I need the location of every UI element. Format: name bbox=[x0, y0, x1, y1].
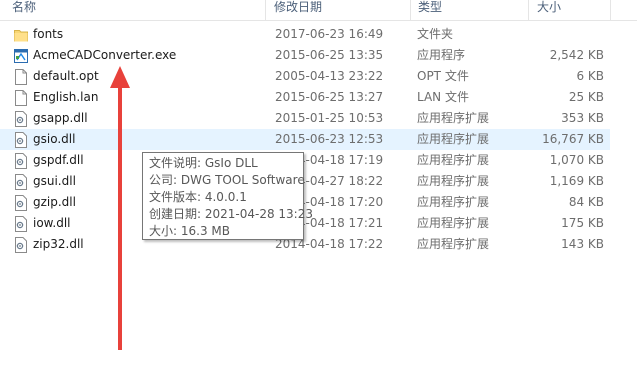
arrow-head bbox=[110, 66, 130, 88]
red-arrow-annotation bbox=[110, 66, 130, 350]
